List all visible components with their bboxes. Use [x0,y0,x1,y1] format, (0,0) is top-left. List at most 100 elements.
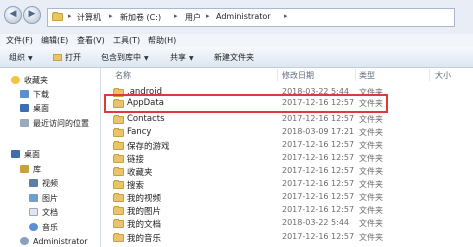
new-folder-button[interactable]: 新建文件夹 [214,52,254,63]
sidebar-item-recent-places[interactable]: 最近访问的位置 [20,118,89,129]
column-size-header[interactable]: 大小 [435,70,451,81]
file-type: 文件夹 [359,193,383,202]
sidebar-desktop[interactable]: 桌面 [11,149,40,160]
menu-file[interactable]: 文件(F) [6,35,33,46]
file-modified: 2017-12-16 12:57 [282,153,355,162]
sidebar-desktop-label: 桌面 [24,150,40,159]
file-name: 我的视频 [127,194,162,204]
file-row[interactable]: Contacts 2017-12-16 12:57 文件夹 [101,113,473,126]
sidebar-item-label: 视频 [42,179,58,188]
menu-bar: 文件(F) 编辑(E) 查看(V) 工具(T) 帮助(H) [0,34,473,47]
include-in-library-label: 包含到库中 [101,53,141,62]
file-row[interactable]: 收藏夹 2017-12-16 12:57 文件夹 [101,165,473,178]
chevron-right-icon: ▸ [68,12,72,20]
desktop-icon [20,104,29,112]
sidebar-item-downloads[interactable]: 下载 [20,89,49,100]
column-type-header[interactable]: 类型 [359,70,375,81]
menu-view[interactable]: 查看(V) [77,35,105,46]
file-type: 文件夹 [359,128,383,137]
back-button[interactable]: ◀ [4,6,22,24]
chevron-down-icon: ▼ [189,55,194,62]
chevron-right-icon[interactable]: ▸ [284,12,288,20]
open-icon [53,54,62,61]
recent-places-icon [20,119,29,127]
file-name: 链接 [127,155,145,165]
open-label: 打开 [65,53,81,62]
column-divider[interactable] [355,69,356,81]
column-modified-header[interactable]: 修改日期 [282,70,314,81]
file-type: 文件夹 [359,167,383,176]
menu-help[interactable]: 帮助(H) [148,35,176,46]
file-modified: 2017-12-16 12:57 [282,140,355,149]
sidebar-item-desktop[interactable]: 桌面 [20,103,49,114]
menu-edit[interactable]: 编辑(E) [41,35,68,46]
forward-button[interactable]: ▶ [23,6,41,24]
command-toolbar: 组织 ▼ 打开 包含到库中 ▼ 共享 ▼ 新建文件夹 [0,47,473,68]
search-folder-icon [113,180,124,191]
file-modified: 2018-03-22 5:44 [282,218,349,227]
open-button[interactable]: 打开 [53,52,81,63]
videos-folder-icon [113,193,124,204]
file-modified: 2017-12-16 12:57 [282,192,355,201]
sidebar-library[interactable]: 库 [20,164,41,175]
file-row[interactable]: Fancy 2018-03-09 17:21 文件夹 [101,126,473,139]
column-name-header[interactable]: 名称 [115,70,131,81]
file-name: 我的图片 [127,207,162,217]
file-row[interactable]: 链接 2017-12-16 12:57 文件夹 [101,152,473,165]
sidebar-item-pictures[interactable]: 图片 [29,193,58,204]
file-row[interactable]: 搜索 2017-12-16 12:57 文件夹 [101,178,473,191]
chevron-right-icon[interactable]: ▸ [109,12,113,20]
file-row[interactable]: 我的文档 2018-03-22 5:44 文件夹 [101,217,473,230]
breadcrumb-drive-c[interactable]: 新加卷 (C:) [120,12,161,23]
chevron-right-icon[interactable]: ▸ [206,12,210,20]
sidebar-item-documents[interactable]: 文档 [29,207,58,218]
sidebar-favorites-label: 收藏夹 [24,76,48,85]
breadcrumb-computer[interactable]: 计算机 [77,12,101,23]
back-arrow-icon: ◀ [9,9,17,19]
file-name: Fancy [127,127,152,137]
library-icon [20,165,29,173]
file-modified: 2017-12-16 12:57 [282,179,355,188]
favorites-folder-icon [113,167,124,178]
file-name: 收藏夹 [127,168,153,178]
file-modified: 2017-12-16 12:57 [282,205,355,214]
links-folder-icon [113,154,124,165]
star-icon [11,76,20,84]
pictures-icon [29,194,38,202]
column-divider[interactable] [429,69,430,81]
file-type: 文件夹 [359,233,383,242]
file-row[interactable]: 保存的游戏 2017-12-16 12:57 文件夹 [101,139,473,152]
documents-icon [29,208,38,216]
organize-button[interactable]: 组织 ▼ [9,52,33,63]
breadcrumb-users[interactable]: 用户 [185,12,201,23]
folder-icon [113,128,124,139]
column-header: 名称 修改日期 类型 大小 [101,68,473,82]
organize-label: 组织 [9,53,25,62]
sidebar-item-label: 图片 [42,194,58,203]
file-row[interactable]: 我的视频 2017-12-16 12:57 文件夹 [101,191,473,204]
column-divider[interactable] [277,69,278,81]
breadcrumb-administrator[interactable]: Administrator [216,12,271,21]
share-button[interactable]: 共享 ▼ [170,52,194,63]
chevron-down-icon: ▼ [144,55,149,62]
sidebar-item-label: 最近访问的位置 [33,119,89,128]
sidebar-item-music[interactable]: 音乐 [29,222,58,233]
music-icon [29,223,38,231]
address-bar[interactable]: ▸ 计算机 ▸ 新加卷 (C:) ▸ 用户 ▸ Administrator ▸ [47,8,455,27]
include-in-library-button[interactable]: 包含到库中 ▼ [101,52,149,63]
game-folder-icon [113,141,124,152]
share-label: 共享 [170,53,186,62]
menu-tools[interactable]: 工具(T) [113,35,140,46]
file-row[interactable]: 我的图片 2017-12-16 12:57 文件夹 [101,204,473,217]
sidebar-favorites[interactable]: 收藏夹 [11,75,48,86]
sidebar-item-label: 桌面 [33,104,49,113]
sidebar-administrator[interactable]: Administrator [20,237,88,246]
pictures-folder-icon [113,206,124,217]
sidebar-administrator-label: Administrator [33,237,88,246]
sidebar-item-videos[interactable]: 视频 [29,178,58,189]
file-row[interactable]: 我的音乐 2017-12-16 12:57 文件夹 [101,231,473,244]
file-name: 我的文档 [127,220,162,230]
file-name: 我的音乐 [127,234,162,244]
chevron-right-icon[interactable]: ▸ [174,12,178,20]
folder-icon [52,12,63,23]
